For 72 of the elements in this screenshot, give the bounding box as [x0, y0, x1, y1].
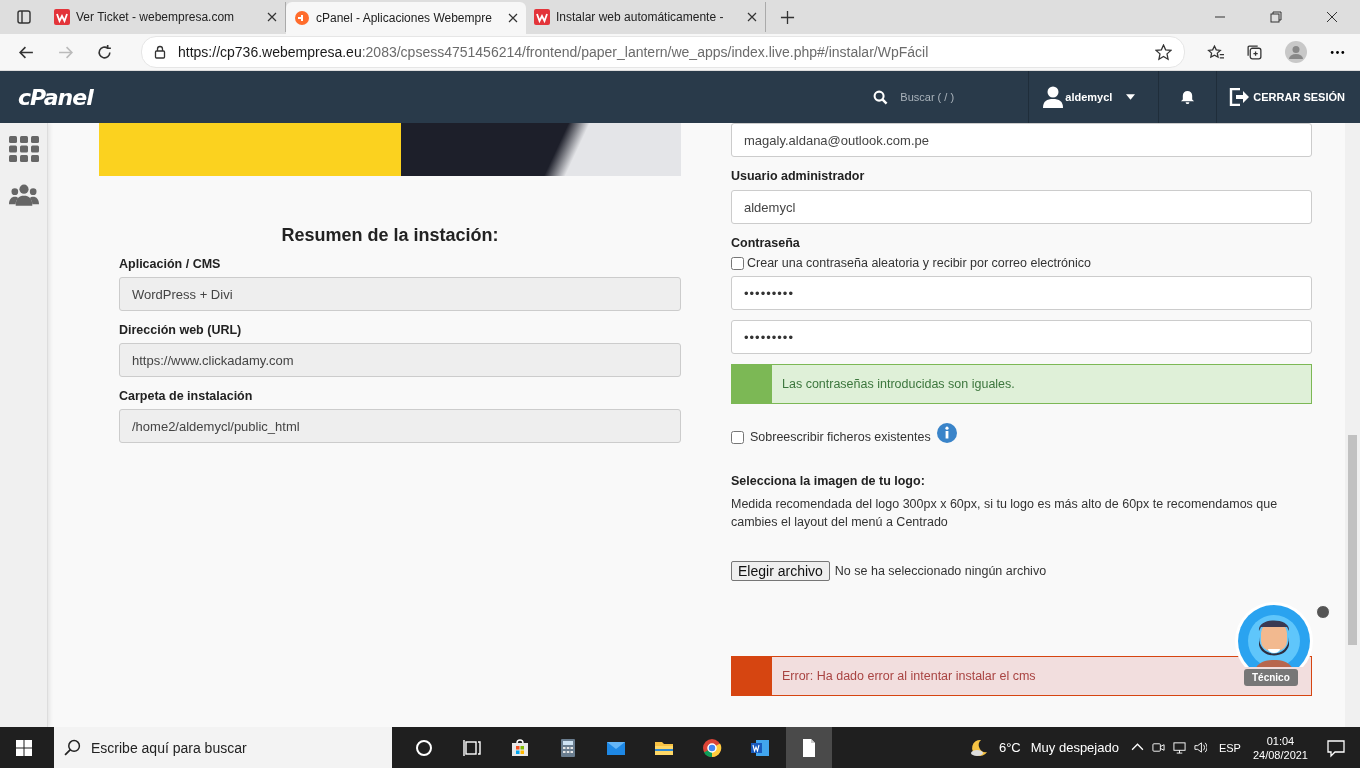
search-icon: [873, 89, 889, 105]
volume-icon[interactable]: [1193, 741, 1207, 754]
clock-time[interactable]: 01:04: [1266, 733, 1295, 748]
browser-tab[interactable]: cPanel - Aplicaciones Webempre: [286, 2, 526, 34]
lock-icon: [154, 45, 166, 59]
bell-icon[interactable]: [1180, 89, 1196, 105]
restore-icon[interactable]: [1270, 11, 1282, 23]
reload-icon[interactable]: [96, 43, 113, 61]
logout-icon: [1229, 88, 1250, 106]
success-alert: Las contraseñas introducidas son iguales.: [731, 364, 1312, 404]
favicon-icon: [534, 9, 550, 25]
field-label: Aplicación / CMS: [119, 257, 222, 271]
browser-tab[interactable]: Instalar web automáticamente -: [526, 2, 766, 32]
cpanel-logo[interactable]: cPanel: [18, 84, 93, 110]
weather-moon-icon[interactable]: [968, 737, 989, 758]
checkbox[interactable]: [731, 430, 744, 444]
field-label: Dirección web (URL): [119, 323, 243, 337]
password-field[interactable]: •••••••••: [731, 320, 1312, 354]
collections-icon[interactable]: [1246, 43, 1263, 61]
info-icon[interactable]: [936, 423, 957, 443]
logo-section-title: Selecciona la imagen de tu logo:: [731, 474, 926, 488]
file-status: No se ha seleccionado ningún archivo: [834, 564, 1047, 578]
task-view-icon[interactable]: [462, 737, 482, 758]
language-indicator[interactable]: ESP: [1218, 741, 1241, 754]
search-icon: [64, 739, 81, 756]
network-icon[interactable]: [1172, 741, 1186, 754]
browser-tab[interactable]: Ver Ticket - webempresa.com: [46, 2, 286, 32]
field-label: Usuario administrador: [731, 169, 866, 183]
choose-file-button[interactable]: Elegir archivo: [731, 561, 830, 581]
url-path: :2083/cpsess4751456214/frontend/paper_lantern/we_apps/index.live.php#/instalar/WpFácil: [361, 44, 929, 60]
users-icon[interactable]: [8, 182, 39, 208]
support-agent-avatar[interactable]: [1234, 601, 1314, 667]
camera-icon[interactable]: [1151, 741, 1165, 754]
checkbox[interactable]: [731, 256, 744, 270]
scrollbar[interactable]: [1345, 123, 1360, 727]
checkbox-label: Crear una contraseña aleatoria y recibir por correo electrónico: [747, 256, 1091, 270]
new-tab-icon[interactable]: [780, 10, 795, 25]
favicon-icon: [294, 10, 310, 26]
checkbox-label: Sobreescribir ficheros existentes: [750, 430, 931, 444]
windows-start-icon[interactable]: [16, 739, 32, 756]
field-label: Carpeta de instalación: [119, 389, 254, 403]
readonly-field: /home2/aldemycl/public_html: [119, 409, 681, 443]
add-favorite-icon[interactable]: [1155, 43, 1172, 61]
word-icon[interactable]: [750, 737, 770, 758]
logo-description: Medida recomendada del logo 300px x 60px, si tu logo es más alto de 60px te recomendamos que cambies el layout del menú a Centrado: [731, 496, 1279, 531]
caret-icon: [1126, 94, 1136, 100]
password-field[interactable]: •••••••••: [731, 276, 1312, 310]
tab-actions-icon[interactable]: [16, 9, 32, 25]
readonly-field: https://www.clickadamy.com: [119, 343, 681, 377]
url-host: https://cp736.webempresa.eu: [178, 44, 362, 60]
cortana-icon[interactable]: [414, 737, 434, 758]
user-icon: [1043, 86, 1064, 108]
grid-icon[interactable]: [8, 136, 39, 162]
field-label: Contraseña: [731, 236, 801, 250]
favicon-icon: [54, 9, 70, 25]
taskbar-search-field[interactable]: Escribe aquí para buscar: [54, 727, 392, 768]
email-field[interactable]: magaly.aldana@outlook.com.pe: [731, 123, 1312, 157]
admin-user-field[interactable]: aldemycl: [731, 190, 1312, 224]
readonly-field: WordPress + Divi: [119, 277, 681, 311]
clock-date[interactable]: 24/08/2021: [1252, 747, 1308, 762]
temperature: 6°C: [998, 740, 1021, 755]
weather-condition: Muy despejado: [1030, 740, 1119, 755]
calculator-icon[interactable]: [558, 737, 578, 758]
search-field[interactable]: Buscar ( / ): [873, 89, 1029, 105]
favorites-icon[interactable]: [1207, 43, 1224, 61]
browser-icon[interactable]: [702, 737, 722, 758]
notifications-icon[interactable]: [1326, 737, 1346, 758]
store-icon[interactable]: [510, 737, 530, 758]
address-bar[interactable]: https://cp736.webempresa.eu:2083/cpsess4751456214/frontend/paper_lantern/we_apps/index.live.php#/instalar/WpFácil: [141, 36, 1185, 68]
summary-title: Resumen de la instación:: [280, 225, 500, 246]
chat-label: Técnico: [1244, 669, 1298, 686]
profile-icon[interactable]: [1285, 41, 1307, 63]
